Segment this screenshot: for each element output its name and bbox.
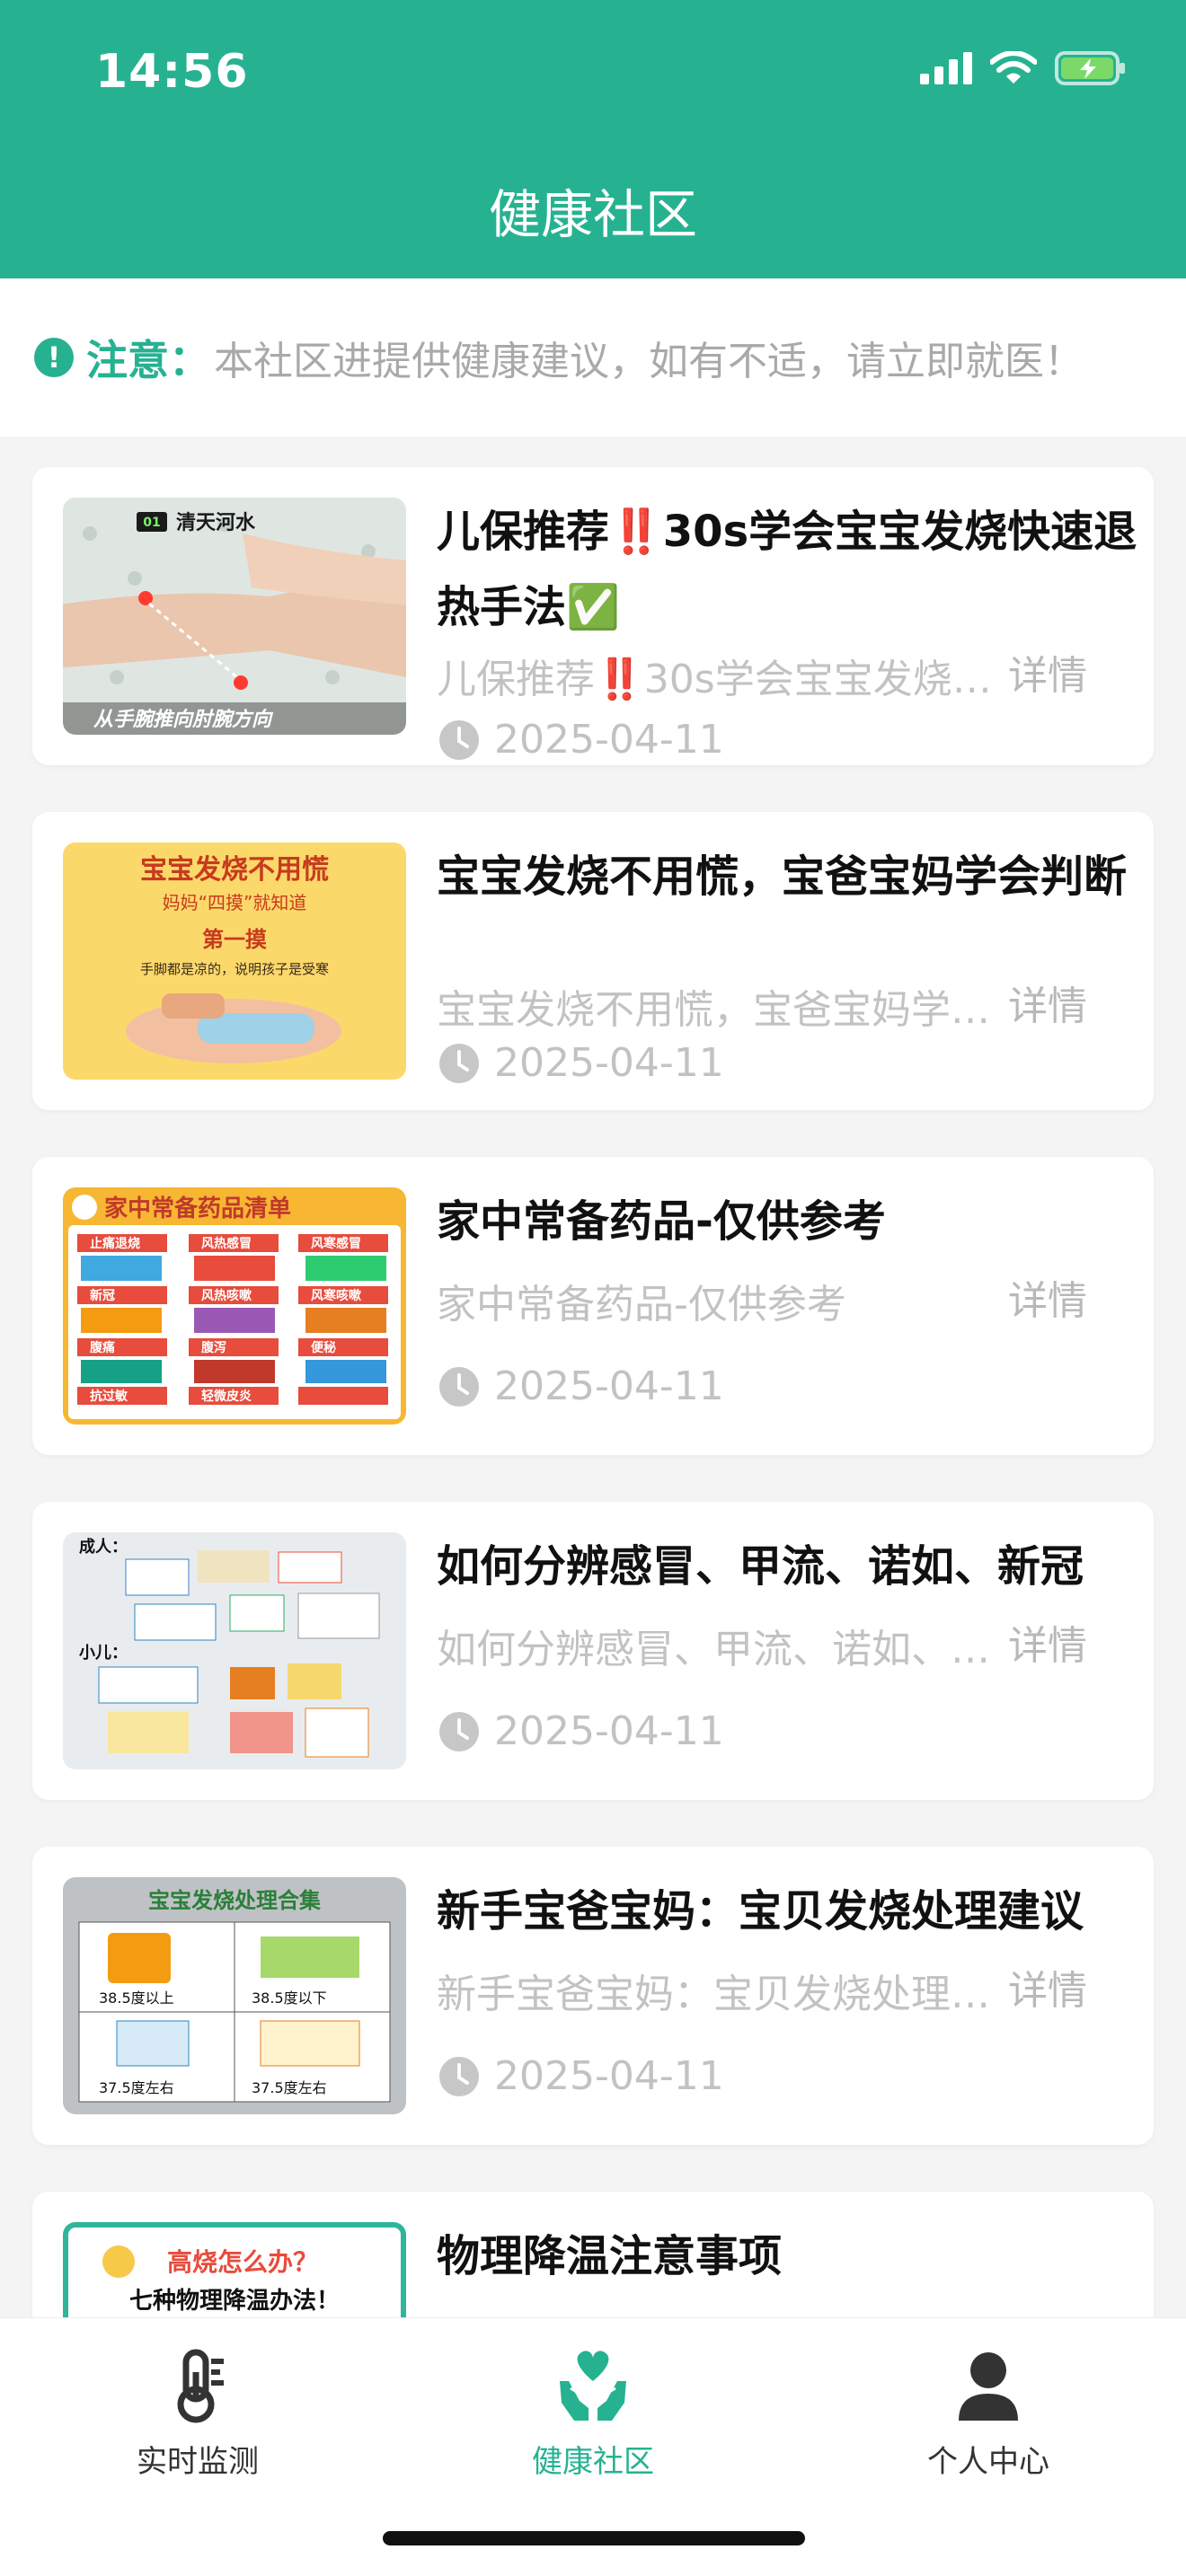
article-thumbnail: 01 清天河水 从手腕推向肘腕方向	[63, 498, 406, 735]
detail-link[interactable]: 详情	[1008, 1268, 1087, 1326]
article-summary: 宝宝发烧不用慌，宝爸宝妈学会判断	[437, 987, 994, 1033]
exclamation-icon: !	[34, 338, 74, 377]
tab-community[interactable]: 健康社区	[458, 2345, 728, 2481]
article-summary: 家中常备药品-仅供参考	[437, 1282, 846, 1328]
tab-label: 健康社区	[532, 2444, 654, 2480]
article-card[interactable]: 宝宝发烧不用慌 妈妈“四摸”就知道 第一摸 手脚都是凉的，说明孩子是受寒 宝宝发…	[32, 812, 1154, 1110]
thumb-text: 38.5度以下	[252, 1989, 327, 2007]
detail-link[interactable]: 详情	[1008, 1613, 1087, 1671]
thumb-text: 宝宝发烧不用慌	[140, 854, 329, 886]
notice-banner: ! 注意： 本社区进提供健康建议，如有不适，请立即就医！	[0, 278, 1186, 437]
article-thumbnail: 宝宝发烧不用慌 妈妈“四摸”就知道 第一摸 手脚都是凉的，说明孩子是受寒	[63, 842, 406, 1080]
article-list: 01 清天河水 从手腕推向肘腕方向 儿保推荐‼️30s学会宝宝发烧快速退热手法✅…	[32, 467, 1154, 2536]
thumb-text: 宝宝发烧处理合集	[148, 1888, 322, 1913]
thumb-text: 腹泻	[201, 1340, 226, 1355]
article-title[interactable]: 新手宝爸宝妈：宝贝发烧处理建议	[437, 1874, 1137, 1949]
date-text: 2025-04-11	[494, 1363, 724, 1409]
thumb-text: 01	[143, 516, 160, 530]
clock-icon	[439, 1366, 479, 1407]
date-text: 2025-04-11	[494, 1040, 724, 1086]
person-icon	[959, 2352, 1018, 2421]
home-indicator[interactable]	[383, 2531, 805, 2545]
thumb-text: 成人：	[79, 1537, 128, 1557]
clock-icon	[439, 1711, 479, 1751]
thumb-text: 风热咳嗽	[201, 1288, 252, 1303]
thumb-text: 第一摸	[202, 927, 267, 952]
notice-label: 注意：	[86, 336, 210, 384]
status-icons	[920, 50, 1127, 86]
detail-link[interactable]: 详情	[1008, 1958, 1087, 2016]
tab-label: 实时监测	[137, 2444, 259, 2480]
detail-link[interactable]: 详情	[1008, 643, 1087, 701]
tab-monitor[interactable]: 实时监测	[63, 2345, 332, 2481]
article-date: 2025-04-11	[438, 717, 724, 763]
detail-link[interactable]: 详情	[1008, 974, 1087, 1031]
clock-icon	[439, 1043, 479, 1083]
thumb-text: 腹痛	[90, 1340, 115, 1355]
wifi-icon	[990, 51, 1037, 84]
article-date: 2025-04-11	[438, 1040, 724, 1086]
article-summary: 新手宝爸宝妈：宝贝发烧处理建议	[437, 1972, 994, 2017]
clock-icon	[439, 2056, 479, 2096]
thumb-text: 家中常备药品清单	[104, 1195, 291, 1222]
article-thumbnail: 家中常备药品清单 止痛退烧 风热感冒 风寒感冒 新冠 风热咳嗽 风寒咳嗽 腹痛 …	[63, 1187, 406, 1425]
article-title[interactable]: 家中常备药品-仅供参考	[437, 1184, 1137, 1259]
thumb-text: 手脚都是凉的，说明孩子是受寒	[140, 961, 329, 977]
article-card[interactable]: 宝宝发烧处理合集 38.5度以上 38.5度以下 37.5度左右 37.5度左右…	[32, 1847, 1154, 2145]
article-title[interactable]: 如何分辨感冒、甲流、诺如、新冠	[437, 1529, 1137, 1604]
thumb-text: 风热感冒	[201, 1236, 252, 1251]
article-title[interactable]: 物理降温注意事项	[437, 2219, 1137, 2294]
thumb-text: 便秘	[311, 1340, 336, 1355]
thumb-text: 轻微皮炎	[201, 1389, 252, 1404]
article-card[interactable]: 成人： 小儿： 如何分辨感冒、甲流、诺如、新冠 如何分辨感冒、甲流、诺如、新冠 …	[32, 1502, 1154, 1800]
thumb-text: 妈妈“四摸”就知道	[163, 892, 307, 913]
date-text: 2025-04-11	[494, 717, 724, 763]
tab-label: 个人中心	[927, 2444, 1049, 2480]
article-card[interactable]: 家中常备药品清单 止痛退烧 风热感冒 风寒感冒 新冠 风热咳嗽 风寒咳嗽 腹痛 …	[32, 1157, 1154, 1455]
thumb-text: 止痛退烧	[90, 1236, 140, 1251]
app-header: 14:56 健康社区	[0, 0, 1186, 278]
notice-text: 本社区进提供健康建议，如有不适，请立即就医！	[214, 339, 1084, 384]
article-summary: 儿保推荐‼️30s学会宝宝发烧快速退热手法✅	[437, 657, 994, 702]
thumb-text: 风寒感冒	[311, 1236, 361, 1251]
article-date: 2025-04-11	[438, 1708, 724, 1754]
thumb-text: 清天河水	[176, 511, 256, 534]
date-text: 2025-04-11	[494, 1708, 724, 1754]
battery-icon	[1055, 51, 1125, 85]
date-text: 2025-04-11	[494, 2053, 724, 2099]
article-summary: 如何分辨感冒、甲流、诺如、新冠	[437, 1627, 994, 1672]
article-date: 2025-04-11	[438, 1363, 724, 1409]
article-title[interactable]: 宝宝发烧不用慌，宝爸宝妈学会判断	[437, 839, 1137, 914]
status-time: 14:56	[95, 45, 249, 99]
thumb-text: 新冠	[90, 1288, 115, 1303]
thumb-text: 37.5度左右	[252, 2079, 327, 2096]
thumb-text: 38.5度以上	[99, 1989, 174, 2007]
thumb-text: 小儿：	[79, 1644, 128, 1663]
thumb-text: 风寒咳嗽	[311, 1288, 361, 1303]
signal-icon	[920, 52, 972, 84]
thumb-caption: 从手腕推向肘腕方向	[93, 708, 274, 731]
article-title[interactable]: 儿保推荐‼️30s学会宝宝发烧快速退热手法✅	[437, 494, 1137, 645]
page-title: 健康社区	[488, 184, 697, 245]
clock-icon	[439, 719, 479, 760]
article-card[interactable]: 01 清天河水 从手腕推向肘腕方向 儿保推荐‼️30s学会宝宝发烧快速退热手法✅…	[32, 467, 1154, 765]
thumb-text: 抗过敏	[90, 1389, 128, 1404]
tab-profile[interactable]: 个人中心	[854, 2345, 1123, 2481]
thumb-text: 七种物理降温办法！	[129, 2288, 340, 2315]
thumb-text: 高烧怎么办？	[167, 2247, 318, 2277]
thermometer-icon	[177, 2349, 224, 2423]
thumb-text: 37.5度左右	[99, 2079, 174, 2096]
heart-hands-icon	[560, 2351, 626, 2421]
article-thumbnail: 成人： 小儿：	[63, 1532, 406, 1769]
article-thumbnail: 宝宝发烧处理合集 38.5度以上 38.5度以下 37.5度左右 37.5度左右	[63, 1877, 406, 2114]
article-date: 2025-04-11	[438, 2053, 724, 2099]
